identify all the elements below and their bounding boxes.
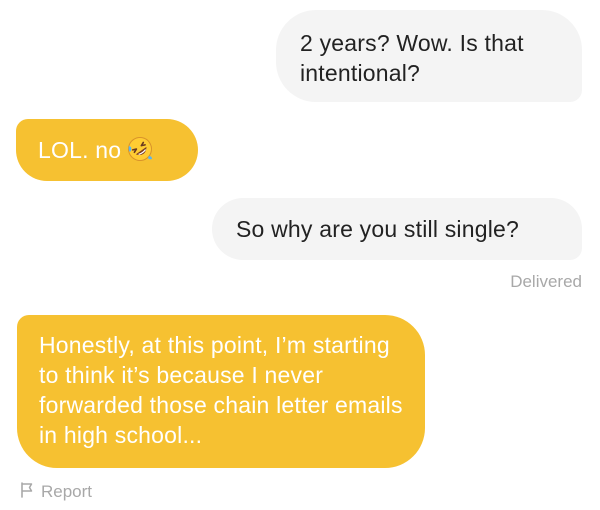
report-button[interactable]: Report <box>20 481 93 503</box>
rolling-on-floor-laughing-emoji-icon <box>127 136 153 169</box>
message-text: LOL. no <box>38 137 122 163</box>
report-label: Report <box>41 482 93 501</box>
received-message-bubble[interactable]: LOL. no <box>16 119 198 181</box>
message-text: So why are you still single? <box>236 216 520 242</box>
sent-message-bubble[interactable]: So why are you still single? <box>212 198 582 260</box>
message-text: Honestly, at this point, I’m starting to… <box>39 332 403 448</box>
flag-icon <box>20 481 41 503</box>
delivered-status: Delivered <box>510 272 582 291</box>
received-message-bubble[interactable]: Honestly, at this point, I’m starting to… <box>17 315 425 468</box>
sent-message-bubble[interactable]: 2 years? Wow. Is that intentional? <box>276 10 582 102</box>
message-text: 2 years? Wow. Is that intentional? <box>300 30 524 86</box>
